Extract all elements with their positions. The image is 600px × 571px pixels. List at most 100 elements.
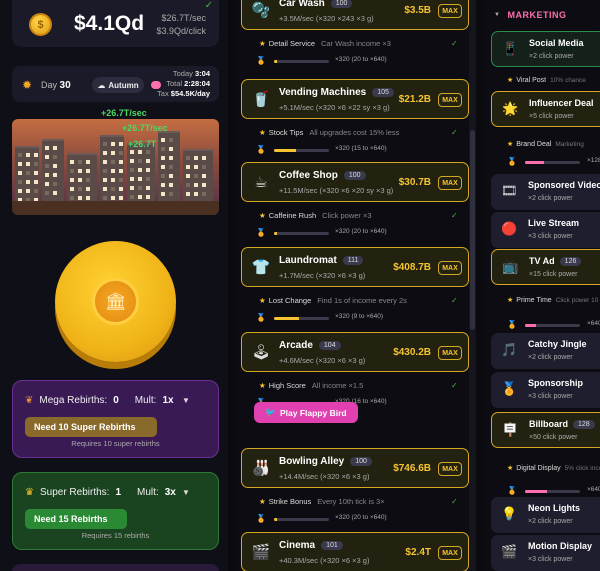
marketing-icon: 📺 [502,259,519,274]
marketing-card[interactable]: 🏅 Sponsorship ×3 click power [491,372,600,408]
business-title: Bowling Alley [279,456,345,467]
business-card[interactable]: 🥤 Vending Machines 105 +5.1M/sec (×320 ×6 ×… [241,79,469,119]
upgrade-description: Every 10th tick is 3× [317,497,385,506]
business-card[interactable]: 🎳 Bowling Alley 100 +14.4M/sec (×320 ×6 ×3 … [241,448,469,488]
buy-price[interactable]: $430.2B [393,347,431,358]
next-card-edge [12,564,219,571]
money-total: $4.1Qd [74,12,145,35]
upgrade-name: Digital Display [516,465,561,472]
marketing-name: Live Stream [528,218,579,228]
mega-rebirth-card: ❦ Mega Rebirths: 0 Mult: 1x ▼ Need 10 Supe… [12,380,219,458]
marketing-icon: 🪧 [502,422,519,437]
star-icon: ★ [259,211,266,220]
chevron-down-icon[interactable]: ▼ [182,488,190,497]
marketing-level: 126 [559,256,582,266]
play-flappy-bird-button[interactable]: 🐦 Play Flappy Bird [254,402,358,423]
click-coin[interactable]: 🏛 [55,241,176,362]
day-counter: Day 30 [41,80,71,91]
business-icon: 👕 [251,259,271,276]
business-card[interactable]: ☕ Coffee Shop 100 +11.5M/sec (×320 ×6 ×20 s… [241,162,469,202]
buy-price[interactable]: $746.6B [393,463,431,474]
upgrade-description: 5% click income [564,465,600,472]
business-scrollbar-thumb[interactable] [470,130,475,330]
upgrade-owned-check-icon: ✓ [451,39,458,48]
milestone-bar [274,149,329,152]
mega-rebirth-button[interactable]: Need 10 Super Rebirths [25,417,157,437]
buy-price[interactable]: $21.2B [399,94,431,105]
money-card: $ $4.1Qd $26.7T/sec $3.9Qd/click ✓ [12,0,219,47]
marketing-card[interactable]: 📱 Social Media ×2 click power [491,31,600,67]
upgrade-row[interactable]: ★ High Score All income ×1.5 [259,381,363,390]
progress-bar-fill [525,490,547,493]
star-icon: ★ [259,39,266,48]
super-rebirth-button[interactable]: Need 15 Rebirths [25,509,127,529]
medal-icon: 🏅 [256,56,266,65]
marketing-title: Sponsored Video [528,180,600,190]
bird-icon: 🐦 [265,407,276,417]
business-icon: 🥤 [251,91,271,108]
business-title: Laundromat [279,255,337,266]
marketing-icon: 📱 [502,41,519,56]
marketing-progress: 🏅 ×640 [507,486,600,496]
max-buy-button[interactable]: MAX [438,546,462,560]
buy-price[interactable]: $2.4T [405,547,431,558]
marketing-card[interactable]: 💡 Neon Lights ×2 click power [491,497,600,533]
max-buy-button[interactable]: MAX [438,4,462,18]
time-stats: Today 3:04 Total 2:28:04 Tax $54.5K/day [157,69,210,98]
marketing-header[interactable]: ▼ MARKETING [494,10,566,20]
floating-income: +26.7T/sec [101,108,147,118]
marketing-card[interactable]: 🪧 Billboard 128 ×50 click power [491,412,600,448]
marketing-card[interactable]: 🎞 Sponsored Video ×2 click power [491,174,600,210]
upgrade-row[interactable]: ★ Caffeine Rush Click power ×3 [259,211,372,220]
marketing-upgrade-row[interactable]: ★ Brand Deal Marketing [507,140,584,148]
upgrade-row[interactable]: ★ Stock Tips All upgrades cost 15% less [259,128,399,137]
upgrade-owned-check-icon: ✓ [451,296,458,305]
marketing-bonus: ×3 click power [528,233,573,240]
star-icon: ★ [507,297,514,304]
marketing-name: Catchy Jingle [528,339,587,349]
marketing-card[interactable]: 🎵 Catchy Jingle ×2 click power [491,333,600,369]
business-card[interactable]: 🕹 Arcade 104 +4.6M/sec (×320 ×6 ×3 g) $430.2… [241,332,469,372]
medal-icon: 🏅 [256,228,266,237]
business-icon: 🎳 [251,460,271,477]
business-card[interactable]: 🎬 Cinema 101 +40.3M/sec (×320 ×6 ×3 g) $2.4T… [241,532,469,571]
max-buy-button[interactable]: MAX [438,261,462,275]
marketing-card[interactable]: 🎬 Motion Display ×3 click power [491,535,600,571]
buy-price[interactable]: $30.7B [399,177,431,188]
upgrade-row[interactable]: ★ Strike Bonus Every 10th tick is 3× [259,497,385,506]
marketing-bonus: ×2 click power [528,354,573,361]
milestone-bar-fill [274,232,277,235]
marketing-name: Sponsorship [528,378,583,388]
marketing-upgrade-row[interactable]: ★ Viral Post 10% chance [507,76,586,84]
business-income: +40.3M/sec (×320 ×6 ×3 g) [279,556,370,565]
upgrade-description: Find 1s of income every 2s [317,296,407,305]
max-buy-button[interactable]: MAX [438,176,462,190]
building [183,149,213,201]
business-card[interactable]: 🫧 Car Wash 100 +3.5M/sec (×320 ×243 ×3 g) $3… [241,0,469,30]
upgrade-row[interactable]: ★ Detail Service Car Wash income ×3 [259,39,391,48]
marketing-upgrade-row[interactable]: ★ Prime Time Click power 10 [507,296,598,304]
marketing-icon: 🎵 [501,342,518,357]
season-badge[interactable]: ☁ Autumn [92,77,144,93]
building [100,135,124,201]
marketing-bonus: ×3 click power [528,393,573,400]
business-name: Arcade 104 [279,340,341,351]
marketing-title: Motion Display [528,541,593,551]
upgrade-name: Strike Bonus [268,497,312,506]
max-buy-button[interactable]: MAX [438,346,462,360]
business-card[interactable]: 👕 Laundromat 111 +1.7M/sec (×320 ×6 ×3 g) $4… [241,247,469,287]
business-name: Cinema 101 [279,540,343,551]
upgrade-row[interactable]: ★ Lost Change Find 1s of income every 2s [259,296,407,305]
marketing-card[interactable]: 📺 TV Ad 126 ×15 click power [491,249,600,285]
max-buy-button[interactable]: MAX [438,93,462,107]
marketing-card[interactable]: 🔴 Live Stream ×3 click power [491,212,600,248]
buy-price[interactable]: $408.7B [393,262,431,273]
chevron-down-icon[interactable]: ▼ [182,396,190,405]
marketing-title: Catchy Jingle [528,339,587,349]
buy-price[interactable]: $3.5B [404,5,431,16]
milestone-bar [274,232,329,235]
marketing-card[interactable]: 🌟 Influencer Deal ×5 click power [491,91,600,127]
max-buy-button[interactable]: MAX [438,462,462,476]
marketing-upgrade-row[interactable]: ★Digital Display5% click income [507,464,600,472]
business-name: Car Wash 100 [279,0,353,9]
